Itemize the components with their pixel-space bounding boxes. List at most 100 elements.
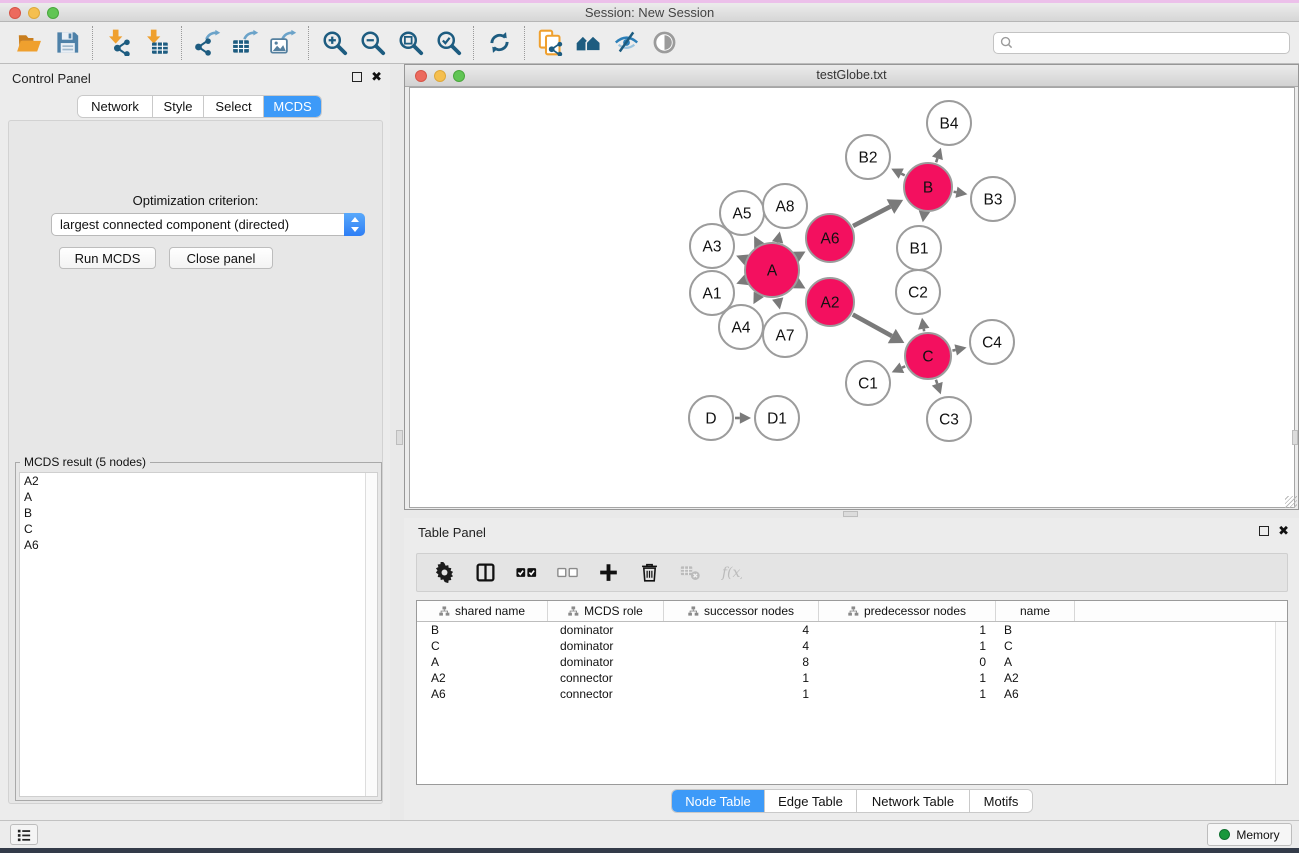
close-panel-button[interactable]: Close panel [169, 247, 273, 269]
zoom-out-button[interactable] [353, 25, 391, 61]
float-table-panel-icon[interactable] [1259, 526, 1269, 536]
dropdown-stepper-icon[interactable] [344, 213, 365, 236]
edge-arrowhead [954, 344, 966, 355]
column-header-MCDS-role[interactable]: MCDS role [548, 601, 664, 621]
result-list-item[interactable]: C [20, 521, 377, 537]
close-panel-icon[interactable]: ✖ [371, 72, 382, 82]
table-row[interactable]: Adominator80A [417, 654, 1287, 670]
hierarchy-icon [848, 606, 859, 617]
table-row[interactable]: Cdominator41C [417, 638, 1287, 654]
table-cell: dominator [548, 638, 664, 654]
column-header-shared-name[interactable]: shared name [417, 601, 548, 621]
result-list-item[interactable]: A2 [20, 473, 377, 489]
delete-table-icon [680, 562, 701, 583]
table-scrollbar[interactable] [1275, 622, 1287, 784]
tab-mcds[interactable]: MCDS [263, 96, 321, 117]
table-settings-gear-button[interactable] [431, 560, 457, 586]
zoom-in-button[interactable] [315, 25, 353, 61]
network-window-titlebar[interactable]: testGlobe.txt [405, 65, 1298, 87]
save-session-button[interactable] [48, 25, 86, 61]
node-label-A5: A5 [733, 206, 752, 223]
resize-grip[interactable] [1285, 496, 1297, 508]
tab-motifs[interactable]: Motifs [969, 790, 1032, 812]
column-header-name[interactable]: name [996, 601, 1075, 621]
task-history-button[interactable] [10, 824, 38, 845]
right-splitter-handle[interactable] [1292, 430, 1298, 445]
node-label-A2: A2 [821, 295, 840, 312]
edge-A6-B[interactable] [853, 207, 890, 226]
edge-C-C4[interactable] [952, 350, 955, 351]
node-label-B3: B3 [984, 192, 1003, 209]
export-network-button[interactable] [188, 25, 226, 61]
control-panel: Control Panel ✖ NetworkStyleSelectMCDS O… [0, 64, 390, 820]
network-canvas[interactable]: AA1A2A3A4A5A6A7A8BB1B2B3B4CC1C2C3C4DD1 [409, 87, 1295, 508]
mcds-tab-content: Optimization criterion: largest connecte… [8, 120, 383, 804]
edge-A2-C[interactable] [853, 315, 892, 336]
node-label-C3: C3 [939, 412, 959, 429]
tab-network-table[interactable]: Network Table [856, 790, 969, 812]
hierarchy-icon [688, 606, 699, 617]
horizontal-splitter-handle[interactable] [843, 511, 858, 517]
table-row[interactable]: A2connector11A2 [417, 670, 1287, 686]
criterion-dropdown[interactable]: largest connected component (directed) [51, 213, 365, 236]
export-image-button[interactable] [264, 25, 302, 61]
open-session-button[interactable] [10, 25, 48, 61]
add-column-button[interactable] [595, 560, 621, 586]
import-table-button[interactable] [137, 25, 175, 61]
result-list-item[interactable]: A6 [20, 537, 377, 553]
table-row[interactable]: A6connector11A6 [417, 686, 1287, 702]
tab-network[interactable]: Network [78, 96, 152, 117]
vertical-splitter-handle[interactable] [396, 430, 403, 445]
main-titlebar[interactable]: Session: New Session [0, 3, 1299, 22]
tab-style[interactable]: Style [152, 96, 203, 117]
search-field[interactable] [993, 32, 1290, 54]
svg-text:f(x): f(x) [721, 565, 742, 581]
zoom-selected-button[interactable] [429, 25, 467, 61]
edge-C-C1[interactable] [902, 366, 905, 367]
close-table-panel-icon[interactable]: ✖ [1278, 526, 1289, 536]
column-header-predecessor-nodes[interactable]: predecessor nodes [819, 601, 996, 621]
import-network-button[interactable] [99, 25, 137, 61]
edge-B-B4[interactable] [936, 158, 937, 162]
deselect-all-rows-button[interactable] [554, 560, 580, 586]
search-input[interactable] [1013, 36, 1289, 50]
edge-B-B2[interactable] [901, 174, 905, 176]
edge-B-B3[interactable] [954, 192, 957, 193]
hide-selected-button[interactable] [607, 25, 645, 61]
tab-edge-table[interactable]: Edge Table [764, 790, 856, 812]
result-list-item[interactable]: B [20, 505, 377, 521]
export-table-button[interactable] [226, 25, 264, 61]
network-view-window[interactable]: testGlobe.txt AA1A2A3A4A5A6A7A8BB1B2B3B4… [404, 64, 1299, 510]
table-cell: 1 [819, 686, 996, 702]
result-list-item[interactable]: A [20, 489, 377, 505]
result-list-scrollbar[interactable] [365, 473, 377, 796]
refresh-view-button[interactable] [480, 25, 518, 61]
node-label-C: C [922, 349, 933, 366]
tab-node-table[interactable]: Node Table [672, 790, 764, 812]
node-table[interactable]: shared nameMCDS rolesuccessor nodesprede… [416, 600, 1288, 785]
run-mcds-button[interactable]: Run MCDS [59, 247, 156, 269]
table-row[interactable]: Bdominator41B [417, 622, 1287, 638]
float-panel-icon[interactable] [352, 72, 362, 82]
first-neighbors-button[interactable] [569, 25, 607, 61]
column-header-successor-nodes[interactable]: successor nodes [664, 601, 819, 621]
new-network-from-selection-button[interactable] [531, 25, 569, 61]
table-cell: B [996, 622, 1075, 638]
hide-selected-icon [613, 29, 640, 56]
toolbar-separator [473, 26, 474, 60]
show-columns-button[interactable] [472, 560, 498, 586]
show-all-button[interactable] [645, 25, 683, 61]
tab-select[interactable]: Select [203, 96, 263, 117]
memory-button[interactable]: Memory [1207, 823, 1292, 846]
zoom-fit-button[interactable] [391, 25, 429, 61]
node-label-A4: A4 [732, 320, 751, 337]
edge-arrowhead [772, 297, 783, 309]
network-graph[interactable]: AA1A2A3A4A5A6A7A8BB1B2B3B4CC1C2C3C4DD1 [410, 88, 1294, 507]
table-cell: A6 [417, 686, 548, 702]
delete-columns-button[interactable] [636, 560, 662, 586]
mcds-result-list[interactable]: A2ABCA6 [19, 472, 378, 797]
edge-C-C3[interactable] [936, 380, 937, 384]
table-cell: 4 [664, 622, 819, 638]
select-all-rows-button[interactable] [513, 560, 539, 586]
node-label-D: D [705, 411, 716, 428]
